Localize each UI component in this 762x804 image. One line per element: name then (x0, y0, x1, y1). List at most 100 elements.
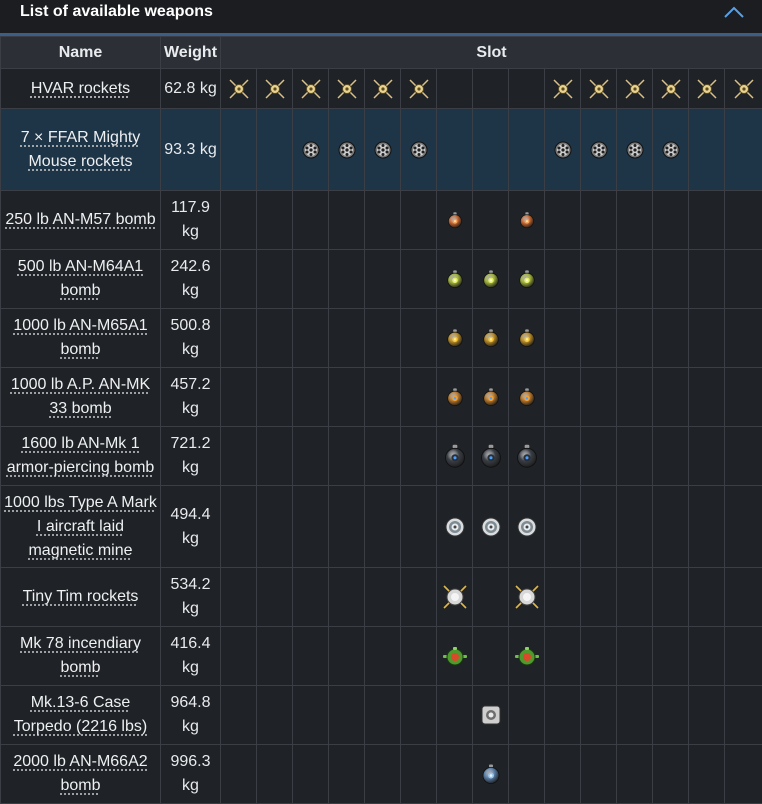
slot-cell-13 (653, 250, 689, 309)
heavy-ap-bomb-icon (509, 443, 544, 469)
weapon-name-link[interactable]: 1000 lb AN-M65A1 bomb (13, 317, 147, 358)
slot-cell-1 (221, 191, 257, 250)
small-bomb-icon (509, 211, 544, 229)
mine-icon (509, 516, 544, 538)
hvar-rocket-icon (401, 77, 436, 101)
slot-cell-5 (365, 486, 401, 568)
slot-cell-1 (221, 368, 257, 427)
table-row: Mk.13-6 Case Torpedo (2216 lbs) 964.8 kg (1, 686, 762, 745)
weapon-name-link[interactable]: 1000 lb A.P. AN-MK 33 bomb (11, 376, 150, 417)
weapon-name-link[interactable]: 2000 lb AN-M66A2 bomb (13, 753, 147, 794)
hvar-rocket-icon (221, 77, 256, 101)
small-bomb-icon (437, 211, 472, 229)
table-row: HVAR rockets62.8 kg (1, 69, 762, 109)
slot-cell-8 (473, 745, 509, 804)
slot-cell-10 (545, 309, 581, 368)
section-header[interactable]: List of available weapons (0, 0, 762, 36)
weapon-weight-cell: 996.3 kg (161, 745, 221, 804)
slot-cell-5 (365, 627, 401, 686)
slot-cell-1 (221, 486, 257, 568)
slot-cell-4 (329, 427, 365, 486)
weapon-weight-cell: 721.2 kg (161, 427, 221, 486)
slot-cell-6 (401, 627, 437, 686)
slot-cell-15 (725, 427, 762, 486)
slot-cell-9 (509, 368, 545, 427)
slot-cell-6 (401, 486, 437, 568)
slot-cell-14 (689, 745, 725, 804)
weapon-name-link[interactable]: 1000 lbs Type A Mark I aircraft laid mag… (4, 494, 157, 559)
slot-cell-10 (545, 745, 581, 804)
slot-cell-13 (653, 69, 689, 109)
slot-cell-15 (725, 627, 762, 686)
slot-cell-12 (617, 69, 653, 109)
weapon-name-link[interactable]: 250 lb AN-M57 bomb (5, 211, 155, 228)
weapon-name-link[interactable]: HVAR rockets (31, 80, 130, 97)
weapon-name-link[interactable]: 1600 lb AN-Mk 1 armor-piercing bomb (7, 435, 155, 476)
ap-bomb-icon (509, 387, 544, 407)
slot-cell-11 (581, 486, 617, 568)
slot-cell-4 (329, 109, 365, 191)
slot-cell-2 (257, 69, 293, 109)
slot-cell-15 (725, 568, 762, 627)
weapon-weight-cell: 457.2 kg (161, 368, 221, 427)
slot-cell-4 (329, 368, 365, 427)
slot-cell-11 (581, 368, 617, 427)
slot-cell-9 (509, 309, 545, 368)
slot-cell-11 (581, 745, 617, 804)
weapon-weight-cell: 500.8 kg (161, 309, 221, 368)
ffar-rocket-pod-icon (329, 140, 364, 160)
slot-cell-14 (689, 568, 725, 627)
slot-cell-10 (545, 191, 581, 250)
weapon-weight-cell: 964.8 kg (161, 686, 221, 745)
hvar-rocket-icon (653, 77, 688, 101)
weapon-name-link[interactable]: Tiny Tim rockets (23, 588, 139, 605)
hvar-rocket-icon (617, 77, 652, 101)
ffar-rocket-pod-icon (545, 140, 580, 160)
slot-cell-8 (473, 686, 509, 745)
slot-cell-3 (293, 745, 329, 804)
table-row: 2000 lb AN-M66A2 bomb 996.3 kg (1, 745, 762, 804)
slot-cell-8 (473, 427, 509, 486)
slot-cell-4 (329, 745, 365, 804)
weapon-name-link[interactable]: 500 lb AN-M64A1 bomb (18, 258, 143, 299)
slot-cell-15 (725, 250, 762, 309)
slot-cell-14 (689, 627, 725, 686)
slot-cell-7 (437, 427, 473, 486)
slot-cell-2 (257, 309, 293, 368)
slot-cell-15 (725, 191, 762, 250)
slot-cell-1 (221, 745, 257, 804)
slot-cell-9 (509, 627, 545, 686)
weapon-name-link[interactable]: Mk.13-6 Case Torpedo (2216 lbs) (14, 694, 147, 735)
slot-cell-4 (329, 250, 365, 309)
slot-cell-10 (545, 686, 581, 745)
slot-cell-5 (365, 109, 401, 191)
chevron-up-icon[interactable] (724, 5, 744, 19)
hvar-rocket-icon (725, 77, 762, 101)
weapon-weight-cell: 416.4 kg (161, 627, 221, 686)
slot-cell-14 (689, 486, 725, 568)
slot-cell-12 (617, 109, 653, 191)
table-row: 500 lb AN-M64A1 bomb242.6 kg (1, 250, 762, 309)
slot-cell-7 (437, 191, 473, 250)
slot-cell-9 (509, 486, 545, 568)
mine-icon (437, 516, 472, 538)
slot-cell-13 (653, 686, 689, 745)
large-bomb-icon (473, 328, 508, 348)
slot-cell-14 (689, 427, 725, 486)
slot-cell-4 (329, 69, 365, 109)
weapon-name-link[interactable]: Mk 78 incendiary bomb (20, 635, 141, 676)
weapon-name-link[interactable]: 7 × FFAR Mighty Mouse rockets (21, 129, 141, 170)
slot-cell-13 (653, 627, 689, 686)
ffar-rocket-pod-icon (653, 140, 688, 160)
incendiary-bomb-icon (437, 645, 472, 667)
weapon-name-cell: 1600 lb AN-Mk 1 armor-piercing bomb (1, 427, 161, 486)
slot-cell-8 (473, 69, 509, 109)
slot-cell-7 (437, 250, 473, 309)
slot-cell-8 (473, 627, 509, 686)
slot-cell-12 (617, 486, 653, 568)
hvar-rocket-icon (581, 77, 616, 101)
ffar-rocket-pod-icon (401, 140, 436, 160)
hvar-rocket-icon (257, 77, 292, 101)
slot-cell-10 (545, 250, 581, 309)
slot-cell-7 (437, 368, 473, 427)
